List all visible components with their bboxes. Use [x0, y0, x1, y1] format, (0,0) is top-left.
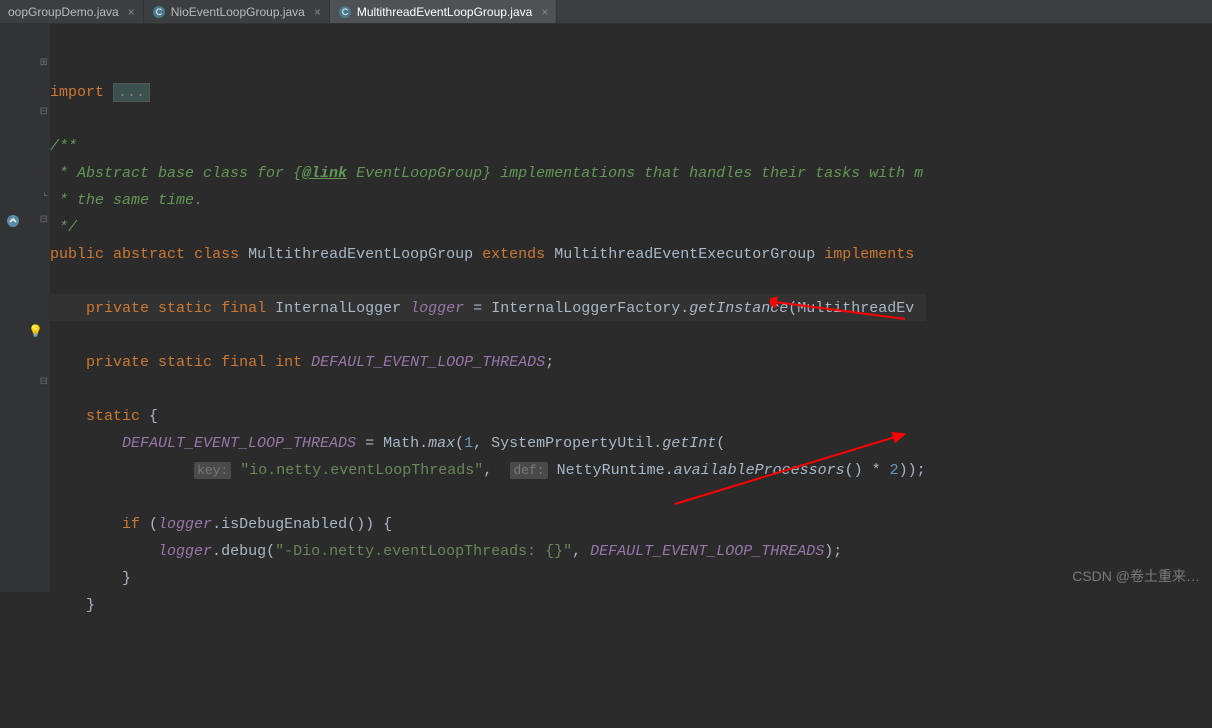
- fold-icon[interactable]: ⊟: [40, 214, 48, 226]
- field-decl: private static final InternalLogger logg…: [50, 300, 914, 317]
- class-icon: C: [152, 5, 166, 19]
- tab-label: NioEventLoopGroup.java: [171, 5, 305, 19]
- static-block: static { DEFAULT_EVENT_LOOP_THREADS = Ma…: [50, 408, 926, 614]
- bulb-icon[interactable]: 💡: [28, 324, 43, 339]
- fold-icon[interactable]: ⊟: [40, 106, 48, 118]
- class-decl: public abstract class MultithreadEventLo…: [50, 246, 923, 263]
- param-hint: def:: [510, 462, 547, 479]
- close-icon[interactable]: ×: [128, 5, 135, 19]
- code-line: import ...: [50, 83, 150, 102]
- fold-icon[interactable]: ⌞: [43, 187, 48, 199]
- param-hint: key:: [194, 462, 231, 479]
- fold-icon[interactable]: ⊞: [40, 57, 48, 69]
- code-area[interactable]: import ... /** * Abstract base class for…: [50, 24, 926, 592]
- svg-text:C: C: [156, 7, 163, 17]
- tab-file-1[interactable]: oopGroupDemo.java ×: [0, 0, 144, 23]
- editor[interactable]: 💡 ⊞ ⊟ ⌞ ⊟ ⊟ import ... /** * Abstract ba…: [0, 24, 1212, 592]
- tab-bar: oopGroupDemo.java × C NioEventLoopGroup.…: [0, 0, 1212, 24]
- gutter: 💡 ⊞ ⊟ ⌞ ⊟ ⊟: [0, 24, 50, 592]
- field-decl: private static final int DEFAULT_EVENT_L…: [50, 354, 554, 371]
- class-icon: C: [338, 5, 352, 19]
- override-icon[interactable]: [6, 214, 20, 232]
- tab-file-3[interactable]: C MultithreadEventLoopGroup.java ×: [330, 0, 557, 23]
- tab-file-2[interactable]: C NioEventLoopGroup.java ×: [144, 0, 330, 23]
- close-icon[interactable]: ×: [314, 5, 321, 19]
- svg-text:C: C: [342, 7, 349, 17]
- doc-comment: /** * Abstract base class for {@link Eve…: [50, 138, 923, 236]
- tab-label: oopGroupDemo.java: [8, 5, 119, 19]
- tab-label: MultithreadEventLoopGroup.java: [357, 5, 532, 19]
- close-icon[interactable]: ×: [541, 5, 548, 19]
- watermark: CSDN @卷土重来…: [1072, 566, 1200, 586]
- fold-icon[interactable]: ⊟: [40, 376, 48, 388]
